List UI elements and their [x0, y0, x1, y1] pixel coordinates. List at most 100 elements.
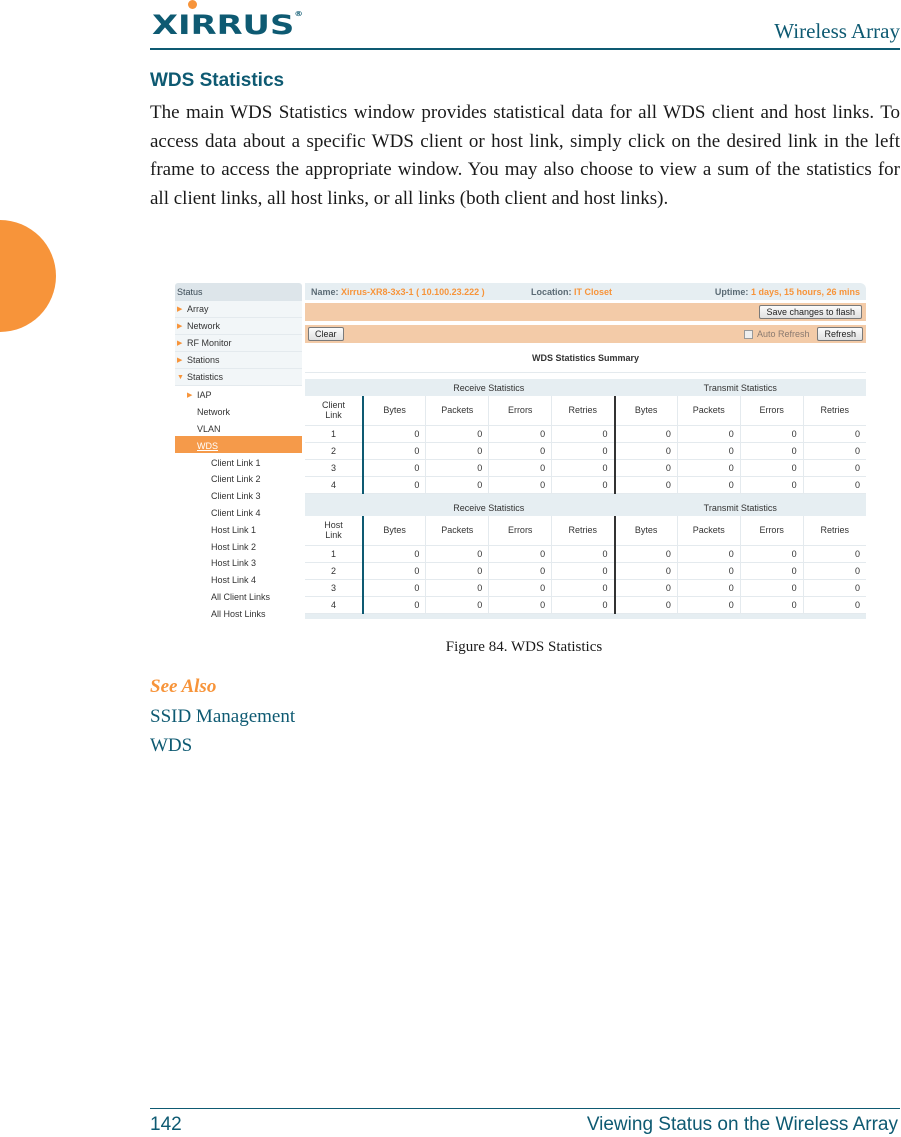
table-row: 100000000: [305, 545, 866, 563]
link-id: 3: [305, 459, 363, 477]
table-row: 300000000: [305, 579, 866, 597]
nav-item-network[interactable]: ▶ Network: [175, 318, 302, 335]
nav-wds-all-host-links[interactable]: All Host Links: [175, 604, 302, 621]
tx-errors-cell: 0: [739, 545, 804, 563]
table-row: 300000000: [305, 459, 866, 477]
link-id: 4: [305, 476, 363, 494]
left-nav: Status ▶ Array ▶ Network ▶ RF Monitor ▶ Station…: [175, 283, 302, 627]
rx-retries-cell: 0: [551, 545, 615, 563]
info-bar: Name: Xirrus-XR8-3x3-1 ( 10.100.23.222 )…: [305, 283, 866, 300]
save-to-flash-button[interactable]: Save changes to flash: [759, 305, 862, 319]
rx-retries-cell: 0: [551, 425, 615, 443]
link-id: 3: [305, 579, 363, 597]
refresh-button[interactable]: Refresh: [817, 327, 863, 341]
name-value: Xirrus-XR8-3x3-1 ( 10.100.23.222 ): [341, 286, 485, 297]
tx-errors-cell: 0: [739, 579, 804, 597]
location-label: Location:: [531, 286, 572, 297]
rx-retries-cell: 0: [551, 596, 615, 614]
see-also-link-wds[interactable]: WDS: [150, 735, 192, 757]
nav-subitem-network[interactable]: Network: [175, 403, 302, 420]
logo-dot: [188, 0, 197, 9]
nav-wds-host-link-3[interactable]: Host Link 3: [175, 554, 302, 571]
receive-statistics-header: Receive Statistics: [363, 379, 615, 396]
auto-refresh-toggle[interactable]: Auto Refresh: [743, 329, 809, 339]
client-link-stats-table: Receive Statistics Transmit Statistics Cli…: [305, 379, 866, 499]
table-footer-bar: [305, 613, 866, 619]
rx-packets-cell: 0: [425, 596, 489, 614]
nav-wds-host-link-2[interactable]: Host Link 2: [175, 537, 302, 554]
nav-wds-client-link-4[interactable]: Client Link 4: [175, 504, 302, 521]
link-column-header: Host Link: [305, 516, 363, 546]
brand-name: XIRRUS: [152, 10, 295, 41]
nav-item-label: Array: [187, 304, 209, 314]
see-also-link-ssid-management[interactable]: SSID Management: [150, 706, 295, 728]
nav-wds-host-link-1[interactable]: Host Link 1: [175, 520, 302, 537]
nav-subitem-wds[interactable]: WDS: [175, 436, 302, 454]
nav-item-label: RF Monitor: [187, 338, 232, 348]
nav-status-header[interactable]: Status: [175, 283, 302, 301]
tx-packets-header: Packets: [676, 516, 741, 546]
nav-wds-client-link-1[interactable]: Client Link 1: [175, 453, 302, 470]
rx-packets-cell: 0: [425, 425, 489, 443]
nav-item-rf-monitor[interactable]: ▶ RF Monitor: [175, 335, 302, 352]
rx-errors-header: Errors: [488, 396, 552, 426]
tx-errors-cell: 0: [739, 442, 804, 460]
triangle-right-icon: ▶: [177, 323, 183, 330]
rx-errors-cell: 0: [488, 545, 552, 563]
body-paragraph: The main WDS Statistics window provides …: [150, 102, 900, 209]
clear-button[interactable]: Clear: [308, 327, 344, 341]
nav-item-statistics[interactable]: ▼ Statistics: [175, 369, 302, 386]
auto-refresh-checkbox[interactable]: [743, 329, 753, 339]
nav-item-array[interactable]: ▶ Array: [175, 301, 302, 318]
tx-retries-cell: 0: [802, 442, 866, 460]
page-header: XIRRUS® Wireless Array: [150, 0, 900, 52]
rx-errors-header: Errors: [488, 516, 552, 546]
save-toolbar: Save changes to flash: [305, 303, 866, 321]
rx-packets-cell: 0: [425, 459, 489, 477]
triangle-right-icon: ▶: [177, 306, 183, 313]
rx-packets-cell: 0: [425, 476, 489, 494]
tx-errors-cell: 0: [739, 425, 804, 443]
tx-packets-cell: 0: [676, 425, 741, 443]
link-id: 1: [305, 425, 363, 443]
rx-errors-cell: 0: [488, 596, 552, 614]
tx-bytes-header: Bytes: [613, 396, 678, 426]
array-location: Location: IT Closet: [531, 287, 701, 297]
group-header-spacer: [305, 499, 363, 516]
nav-wds-client-link-2[interactable]: Client Link 2: [175, 470, 302, 487]
nav-subitem-iap[interactable]: ▶ IAP: [175, 386, 302, 403]
nav-subitem-label: VLAN: [197, 423, 221, 434]
tx-errors-header: Errors: [739, 396, 804, 426]
rx-bytes-cell: 0: [362, 596, 426, 614]
footer-divider: [150, 1108, 900, 1109]
group-header-spacer: [305, 379, 363, 396]
nav-item-stations[interactable]: ▶ Stations: [175, 352, 302, 369]
nav-subitem-label: Network: [197, 407, 231, 418]
triangle-right-icon: ▶: [177, 357, 183, 364]
tx-retries-cell: 0: [802, 562, 866, 580]
nav-item-label: Stations: [187, 355, 220, 365]
rx-retries-cell: 0: [551, 459, 615, 477]
section-title: WDS Statistics: [150, 70, 285, 91]
brand-logo: XIRRUS®: [152, 10, 303, 41]
action-toolbar: Clear Auto Refresh Refresh: [305, 325, 866, 343]
name-label: Name:: [311, 286, 339, 297]
nav-wds-host-link-4[interactable]: Host Link 4: [175, 571, 302, 588]
rx-bytes-cell: 0: [362, 442, 426, 460]
tx-packets-header: Packets: [676, 396, 741, 426]
link-id: 2: [305, 442, 363, 460]
nav-subitem-label: IAP: [197, 390, 212, 401]
nav-subitem-vlan[interactable]: VLAN: [175, 420, 302, 437]
rx-packets-header: Packets: [425, 516, 489, 546]
registered-mark: ®: [294, 10, 304, 18]
tx-bytes-cell: 0: [613, 579, 678, 597]
triangle-down-icon: ▼: [177, 373, 184, 381]
table-row: 200000000: [305, 562, 866, 580]
rx-retries-cell: 0: [551, 579, 615, 597]
rx-bytes-cell: 0: [362, 425, 426, 443]
rx-errors-cell: 0: [488, 425, 552, 443]
link-id: 2: [305, 562, 363, 580]
nav-wds-client-link-3[interactable]: Client Link 3: [175, 487, 302, 504]
tx-packets-cell: 0: [676, 459, 741, 477]
nav-wds-all-client-links[interactable]: All Client Links: [175, 588, 302, 605]
